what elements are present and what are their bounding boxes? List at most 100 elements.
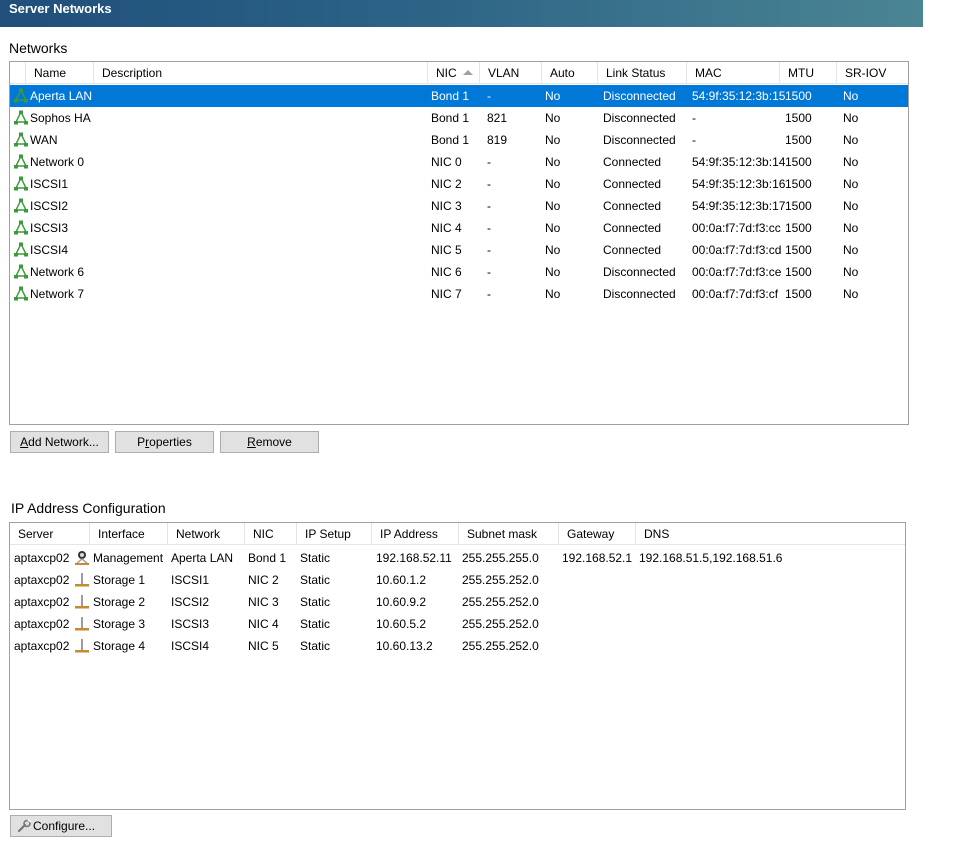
networks-col-name[interactable]: Name xyxy=(26,62,94,84)
networks-col-link-status[interactable]: Link Status xyxy=(598,62,687,84)
ip-cell-nic: NIC 5 xyxy=(248,639,279,653)
network-cell-mac: 54:9f:35:12:3b:17 xyxy=(692,199,786,213)
network-cell-sriov: No xyxy=(843,133,859,147)
ip-config-row[interactable]: aptaxcp02 Management Aperta LAN Bond 1 Stati… xyxy=(10,547,905,569)
ip-config-row[interactable]: aptaxcp02 Storage 2 ISCSI2 NIC 3 Static 10.60… xyxy=(10,591,905,613)
ip-cell-dns: 192.168.51.5,192.168.51.6 xyxy=(639,551,783,565)
network-icon xyxy=(14,110,28,125)
ip-config-grid-header: Server Interface Network NIC IP Setup IP… xyxy=(10,523,905,545)
network-row[interactable]: ISCSI3 NIC 4 - No Connected 00:0a:f7:7d:f3:cc… xyxy=(10,217,908,239)
network-cell-mac: 00:0a:f7:7d:f3:ce xyxy=(692,265,782,279)
ip-col-nic[interactable]: NIC xyxy=(245,523,297,545)
network-cell-mtu: 1500 xyxy=(785,155,812,169)
networks-col-description[interactable]: Description xyxy=(94,62,428,84)
networks-grid[interactable]: Name Description NIC VLAN Auto Link Stat… xyxy=(9,61,909,425)
network-cell-nic: NIC 6 xyxy=(431,265,462,279)
network-cell-mtu: 1500 xyxy=(785,243,812,257)
network-cell-mtu: 1500 xyxy=(785,111,812,125)
network-cell-sriov: No xyxy=(843,177,859,191)
network-cell-auto: No xyxy=(545,89,561,103)
ip-cell-subnet: 255.255.252.0 xyxy=(462,595,539,609)
ip-cell-nic: NIC 4 xyxy=(248,617,279,631)
storage-icon xyxy=(75,573,89,587)
network-cell-mac: 54:9f:35:12:3b:14 xyxy=(692,155,786,169)
ip-cell-ip-setup: Static xyxy=(300,639,331,653)
network-cell-auto: No xyxy=(545,221,561,235)
storage-icon xyxy=(75,639,89,653)
sort-ascending-icon xyxy=(462,70,473,76)
ip-col-interface[interactable]: Interface xyxy=(90,523,168,545)
network-cell-name: Network 6 xyxy=(30,265,85,279)
network-icon xyxy=(14,242,28,257)
ip-cell-network: Aperta LAN xyxy=(171,551,234,565)
networks-grid-header: Name Description NIC VLAN Auto Link Stat… xyxy=(10,62,908,84)
network-icon xyxy=(14,88,28,103)
network-cell-vlan: 819 xyxy=(487,133,508,147)
ip-cell-nic: NIC 2 xyxy=(248,573,279,587)
network-icon xyxy=(14,154,28,169)
ip-config-row[interactable]: aptaxcp02 Storage 1 ISCSI1 NIC 2 Static 10.60… xyxy=(10,569,905,591)
network-cell-link-status: Disconnected xyxy=(603,89,676,103)
ip-cell-ip-setup: Static xyxy=(300,595,331,609)
network-row[interactable]: Sophos HA Bond 1 821 No Disconnected - 1500 No xyxy=(10,107,908,129)
network-cell-mtu: 1500 xyxy=(785,221,812,235)
networks-col-nic[interactable]: NIC xyxy=(428,62,480,84)
networks-col-mac[interactable]: MAC xyxy=(687,62,780,84)
ip-col-ip-address[interactable]: IP Address xyxy=(372,523,459,545)
network-row[interactable]: ISCSI2 NIC 3 - No Connected 54:9f:35:12:3b:17… xyxy=(10,195,908,217)
properties-button-label: operties xyxy=(149,435,192,449)
networks-col-sriov[interactable]: SR-IOV xyxy=(837,62,908,84)
ip-cell-ip-setup: Static xyxy=(300,617,331,631)
network-cell-nic: NIC 3 xyxy=(431,199,462,213)
network-row[interactable]: Aperta LAN Bond 1 - No Disconnected 54:9f:35:… xyxy=(10,85,908,107)
wrench-icon xyxy=(17,819,32,832)
configure-button[interactable]: Configure... xyxy=(10,815,112,837)
network-cell-mtu: 1500 xyxy=(785,265,812,279)
network-cell-vlan: - xyxy=(487,265,491,279)
network-cell-auto: No xyxy=(545,177,561,191)
network-cell-mac: 00:0a:f7:7d:f3:cd xyxy=(692,243,782,257)
ip-col-ip-setup[interactable]: IP Setup xyxy=(297,523,372,545)
network-cell-link-status: Connected xyxy=(603,243,662,257)
network-row[interactable]: Network 7 NIC 7 - No Disconnected 00:0a:f7:7d… xyxy=(10,283,908,305)
ip-cell-network: ISCSI1 xyxy=(171,573,210,587)
network-cell-name: Network 0 xyxy=(30,155,85,169)
network-cell-vlan: - xyxy=(487,199,491,213)
network-cell-vlan: - xyxy=(487,243,491,257)
ip-col-server[interactable]: Server xyxy=(10,523,90,545)
network-row[interactable]: Network 0 NIC 0 - No Connected 54:9f:35:12:3b… xyxy=(10,151,908,173)
properties-button-prefix: P xyxy=(137,435,146,449)
ip-col-network[interactable]: Network xyxy=(168,523,245,545)
networks-col-vlan[interactable]: VLAN xyxy=(480,62,542,84)
network-cell-mtu: 1500 xyxy=(785,89,812,103)
network-cell-vlan: - xyxy=(487,221,491,235)
ip-config-grid[interactable]: Server Interface Network NIC IP Setup IP… xyxy=(9,522,906,810)
network-cell-sriov: No xyxy=(843,221,859,235)
properties-button[interactable]: Properties xyxy=(115,431,214,453)
ip-col-gateway[interactable]: Gateway xyxy=(559,523,636,545)
ip-col-subnet[interactable]: Subnet mask xyxy=(459,523,559,545)
network-row[interactable]: ISCSI4 NIC 5 - No Connected 00:0a:f7:7d:f3:cd… xyxy=(10,239,908,261)
network-cell-link-status: Disconnected xyxy=(603,287,676,301)
ip-cell-network: ISCSI3 xyxy=(171,617,210,631)
ip-cell-interface: Storage 2 xyxy=(93,595,146,609)
network-cell-mtu: 1500 xyxy=(785,133,812,147)
network-row[interactable]: Network 6 NIC 6 - No Disconnected 00:0a:f7:7d… xyxy=(10,261,908,283)
network-row[interactable]: WAN Bond 1 819 No Disconnected - 1500 No xyxy=(10,129,908,151)
network-cell-sriov: No xyxy=(843,243,859,257)
network-row[interactable]: ISCSI1 NIC 2 - No Connected 54:9f:35:12:3b:16… xyxy=(10,173,908,195)
network-cell-name: Aperta LAN xyxy=(30,89,93,103)
ip-col-dns[interactable]: DNS xyxy=(636,523,905,545)
network-cell-nic: NIC 7 xyxy=(431,287,462,301)
network-cell-auto: No xyxy=(545,199,561,213)
network-cell-sriov: No xyxy=(843,199,859,213)
ip-config-row[interactable]: aptaxcp02 Storage 4 ISCSI4 NIC 5 Static 10.60… xyxy=(10,635,905,657)
networks-col-nic-label: NIC xyxy=(436,66,457,80)
add-network-button[interactable]: Add Network... xyxy=(10,431,109,453)
networks-col-mtu[interactable]: MTU xyxy=(780,62,837,84)
ip-config-row[interactable]: aptaxcp02 Storage 3 ISCSI3 NIC 4 Static 10.60… xyxy=(10,613,905,635)
networks-col-auto[interactable]: Auto xyxy=(542,62,598,84)
network-cell-vlan: - xyxy=(487,287,491,301)
network-cell-mtu: 1500 xyxy=(785,199,812,213)
remove-button[interactable]: Remove xyxy=(220,431,319,453)
